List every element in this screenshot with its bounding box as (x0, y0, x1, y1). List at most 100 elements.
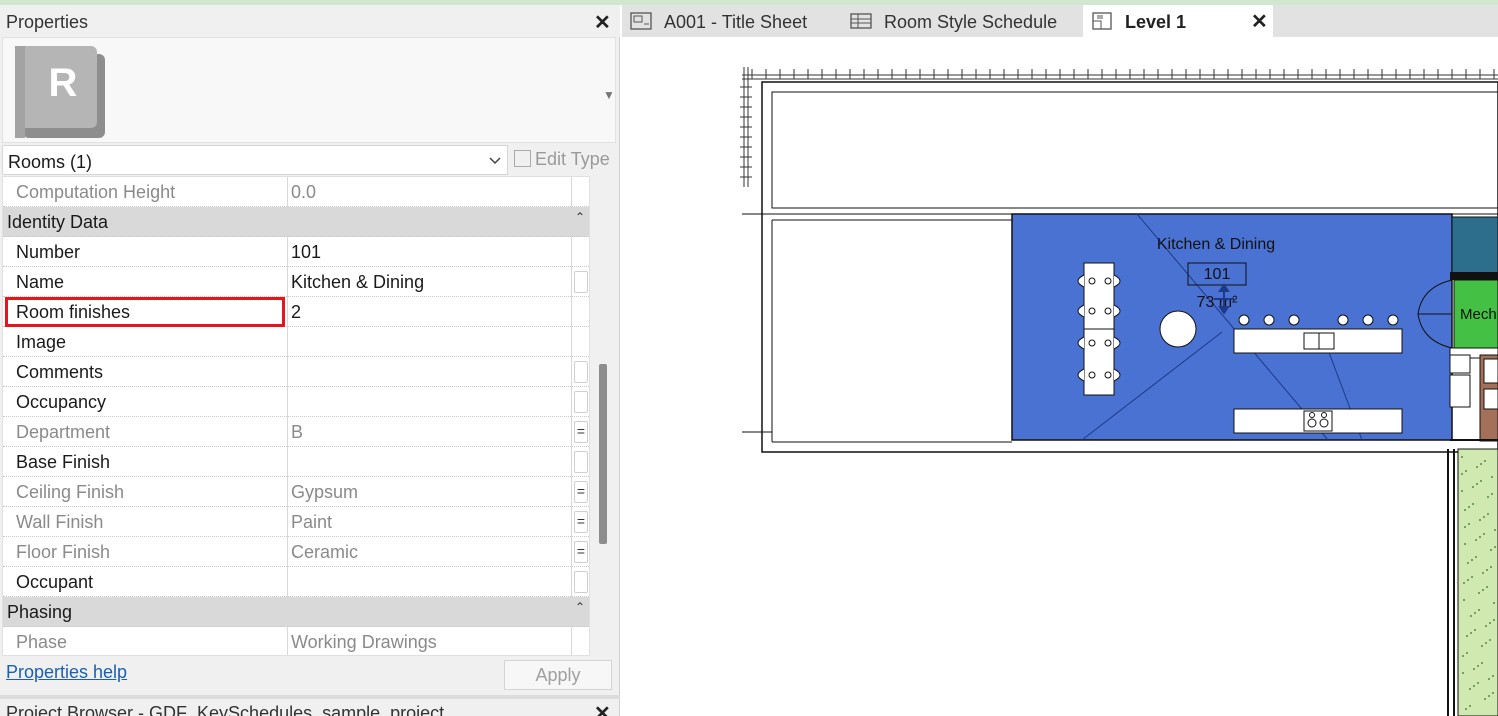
property-row-department[interactable]: Department B = (3, 417, 589, 447)
project-browser-title: Project Browser - GDF_KeySchedules_sampl… (6, 703, 445, 716)
associate-parameter-button[interactable]: = (574, 421, 588, 443)
properties-help-link[interactable]: Properties help (6, 662, 127, 683)
parameter-button[interactable] (574, 361, 588, 383)
property-value: Paint (291, 512, 333, 532)
property-name: Wall Finish (16, 512, 104, 532)
property-row-ceiling-finish[interactable]: Ceiling Finish Gypsum = (3, 477, 589, 507)
type-selector-label: Rooms (1) (8, 152, 93, 172)
highlight-box (5, 297, 285, 327)
column-divider (571, 627, 572, 655)
view-tabs: A001 - Title Sheet Room Style Schedule L… (622, 5, 1498, 37)
apply-button[interactable]: Apply (504, 660, 612, 690)
column-divider (571, 537, 572, 567)
column-divider (287, 507, 288, 537)
properties-scrollbar[interactable] (596, 176, 610, 656)
property-row-image[interactable]: Image (3, 327, 589, 357)
kitchen-counter[interactable] (1233, 408, 1403, 434)
column-divider (287, 177, 288, 207)
scrollbar-thumb[interactable] (599, 364, 607, 544)
property-value[interactable]: 2 (291, 302, 301, 323)
close-tab-icon[interactable]: ✕ (1251, 9, 1268, 34)
property-row-base-finish[interactable]: Base Finish (3, 447, 589, 477)
project-browser-header: Project Browser - GDF_KeySchedules_sampl… (0, 699, 620, 716)
room-tag-number: 101 (1204, 266, 1231, 283)
property-row-occupancy[interactable]: Occupancy (3, 387, 589, 417)
revit-logo-icon: R (15, 46, 105, 138)
property-row-occupant[interactable]: Occupant (3, 567, 589, 597)
column-divider (571, 327, 572, 357)
grid-ticks (740, 67, 1498, 187)
column-divider (571, 267, 572, 297)
group-label: Identity Data (7, 212, 109, 232)
column-divider (287, 447, 288, 477)
sheet-icon (630, 12, 652, 30)
associate-parameter-button[interactable]: = (574, 481, 588, 503)
property-name: Comments (16, 362, 104, 382)
associate-parameter-button[interactable]: = (574, 541, 588, 563)
edit-type-button[interactable]: Edit Type (514, 149, 610, 170)
room-tag-name: Kitchen & Dining (1157, 236, 1275, 253)
property-row-name[interactable]: Name Kitchen & Dining (3, 267, 589, 297)
column-divider (571, 507, 572, 537)
type-selector-dropdown[interactable]: Rooms (1) (2, 145, 508, 175)
wall-segment (1450, 272, 1498, 280)
column-divider (287, 387, 288, 417)
room-adjacent-teal[interactable] (1451, 216, 1498, 278)
property-name: Computation Height (16, 182, 176, 202)
chevron-down-icon (489, 157, 501, 165)
property-name: Ceiling Finish (16, 482, 125, 502)
associate-parameter-button[interactable]: = (574, 511, 588, 533)
drawing-canvas[interactable]: Mech Kitchen & Dining 101 73 m² (622, 37, 1498, 716)
column-divider (287, 327, 288, 357)
column-divider (287, 417, 288, 447)
parameter-button[interactable] (574, 391, 588, 413)
tab-room-style-schedule[interactable]: Room Style Schedule (842, 5, 1082, 37)
column-divider (287, 237, 288, 267)
property-row-wall-finish[interactable]: Wall Finish Paint = (3, 507, 589, 537)
property-name: Number (16, 242, 81, 262)
floor-plan-view[interactable]: Mech Kitchen & Dining 101 73 m² (622, 37, 1498, 716)
column-divider (571, 447, 572, 477)
properties-header: Properties ✕ (0, 5, 620, 37)
parameter-button[interactable] (574, 571, 588, 593)
column-divider (571, 357, 572, 387)
property-value[interactable]: 101 (291, 242, 321, 263)
parameter-button[interactable] (574, 271, 588, 293)
type-dropdown-caret-icon[interactable]: ▼ (603, 88, 615, 102)
collapse-icon[interactable]: ⌃ (575, 600, 585, 614)
close-icon[interactable]: ✕ (594, 701, 611, 716)
round-table[interactable] (1159, 310, 1197, 348)
fixture (1483, 388, 1498, 410)
property-value[interactable]: Kitchen & Dining (291, 272, 424, 293)
property-row-phase[interactable]: Phase Working Drawings (3, 627, 589, 655)
tab-title-sheet[interactable]: A001 - Title Sheet (622, 5, 842, 37)
property-row-comments[interactable]: Comments (3, 357, 589, 387)
property-name: Image (16, 332, 67, 352)
property-name: Occupancy (16, 392, 107, 412)
room-tag-area: 73 m² (1197, 294, 1239, 311)
close-icon[interactable]: ✕ (594, 10, 611, 35)
dining-table-set[interactable] (1077, 262, 1121, 396)
type-preview[interactable]: R ▼ (2, 37, 616, 143)
property-value: B (291, 422, 304, 442)
property-row-floor-finish[interactable]: Floor Finish Ceramic = (3, 537, 589, 567)
column-divider (287, 297, 288, 327)
property-name: Base Finish (16, 452, 111, 472)
collapse-icon[interactable]: ⌃ (575, 210, 585, 224)
property-row-computation-height[interactable]: Computation Height 0.0 (3, 177, 589, 207)
tab-level-1[interactable]: Level 1 ✕ (1083, 5, 1273, 37)
schedule-icon (850, 13, 872, 29)
group-header-identity-data[interactable]: Identity Data ⌃ (3, 207, 589, 237)
column-divider (287, 537, 288, 567)
group-header-phasing[interactable]: Phasing ⌃ (3, 597, 589, 627)
group-label: Phasing (7, 602, 73, 622)
column-divider (571, 567, 572, 597)
column-divider (571, 177, 572, 207)
svg-text:R: R (49, 61, 78, 105)
column-divider (571, 297, 572, 327)
edit-type-icon (514, 150, 531, 167)
parameter-button[interactable] (574, 451, 588, 473)
properties-panel: Properties ✕ R ▼ Rooms (1) Edit Type Com… (0, 5, 620, 716)
property-row-number[interactable]: Number 101 (3, 237, 589, 267)
properties-grid: Computation Height 0.0 Identity Data ⌃ Numbe… (2, 176, 590, 656)
